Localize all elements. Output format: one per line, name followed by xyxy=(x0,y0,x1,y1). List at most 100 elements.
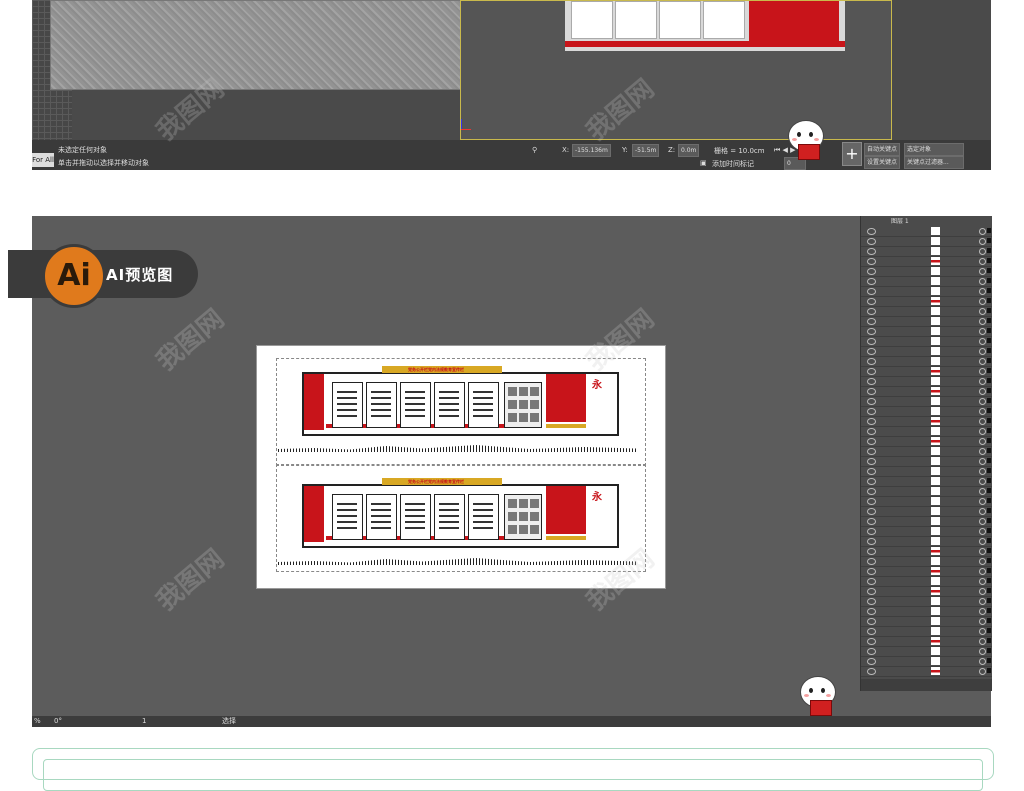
selection-indicator[interactable] xyxy=(987,578,991,583)
layer-name[interactable]: 图层 1 xyxy=(891,216,909,225)
selection-indicator[interactable] xyxy=(987,668,991,673)
eye-icon[interactable] xyxy=(867,588,876,595)
target-icon[interactable] xyxy=(979,228,986,235)
selection-indicator[interactable] xyxy=(987,408,991,413)
eye-icon[interactable] xyxy=(867,388,876,395)
eye-icon[interactable] xyxy=(867,328,876,335)
eye-icon[interactable] xyxy=(867,348,876,355)
eye-icon[interactable] xyxy=(867,538,876,545)
eye-icon[interactable] xyxy=(867,478,876,485)
target-icon[interactable] xyxy=(979,248,986,255)
selection-indicator[interactable] xyxy=(987,278,991,283)
eye-icon[interactable] xyxy=(867,238,876,245)
target-icon[interactable] xyxy=(979,418,986,425)
eye-icon[interactable] xyxy=(867,378,876,385)
target-icon[interactable] xyxy=(979,538,986,545)
target-icon[interactable] xyxy=(979,488,986,495)
eye-icon[interactable] xyxy=(867,658,876,665)
eye-icon[interactable] xyxy=(867,358,876,365)
selection-indicator[interactable] xyxy=(987,378,991,383)
selection-indicator[interactable] xyxy=(987,248,991,253)
eye-icon[interactable] xyxy=(867,428,876,435)
target-icon[interactable] xyxy=(979,618,986,625)
eye-icon[interactable] xyxy=(867,618,876,625)
rotation-field[interactable]: 0° xyxy=(54,716,62,727)
eye-icon[interactable] xyxy=(867,278,876,285)
layer-row[interactable] xyxy=(861,666,992,677)
target-icon[interactable] xyxy=(979,568,986,575)
set-key-button[interactable]: 设置关键点 xyxy=(864,156,901,169)
x-coordinate-field[interactable]: -155.136m xyxy=(572,144,611,157)
eye-icon[interactable] xyxy=(867,288,876,295)
target-icon[interactable] xyxy=(979,468,986,475)
auto-key-button[interactable]: 自动关键点 xyxy=(864,143,901,156)
target-icon[interactable] xyxy=(979,608,986,615)
target-icon[interactable] xyxy=(979,308,986,315)
target-icon[interactable] xyxy=(979,428,986,435)
target-icon[interactable] xyxy=(979,318,986,325)
eye-icon[interactable] xyxy=(867,608,876,615)
selection-indicator[interactable] xyxy=(987,338,991,343)
selection-indicator[interactable] xyxy=(987,328,991,333)
target-icon[interactable] xyxy=(979,548,986,555)
selection-indicator[interactable] xyxy=(987,478,991,483)
selection-indicator[interactable] xyxy=(987,318,991,323)
artboard-number-field[interactable]: 1 xyxy=(142,716,146,727)
target-icon[interactable] xyxy=(979,268,986,275)
eye-icon[interactable] xyxy=(867,488,876,495)
target-icon[interactable] xyxy=(979,448,986,455)
y-coordinate-field[interactable]: -51.5m xyxy=(632,144,660,157)
add-key-button[interactable]: + xyxy=(842,142,862,166)
eye-icon[interactable] xyxy=(867,228,876,235)
eye-icon[interactable] xyxy=(867,418,876,425)
selection-indicator[interactable] xyxy=(987,528,991,533)
selection-indicator[interactable] xyxy=(987,488,991,493)
eye-icon[interactable] xyxy=(867,638,876,645)
selection-indicator[interactable] xyxy=(987,308,991,313)
selection-indicator[interactable] xyxy=(987,658,991,663)
target-icon[interactable] xyxy=(979,348,986,355)
eye-icon[interactable] xyxy=(867,338,876,345)
selection-indicator[interactable] xyxy=(987,608,991,613)
eye-icon[interactable] xyxy=(867,408,876,415)
lock-icon[interactable]: ⚲ xyxy=(532,146,537,154)
target-icon[interactable] xyxy=(979,368,986,375)
selection-indicator[interactable] xyxy=(987,628,991,633)
selection-indicator[interactable] xyxy=(987,448,991,453)
target-icon[interactable] xyxy=(979,298,986,305)
selection-indicator[interactable] xyxy=(987,258,991,263)
eye-icon[interactable] xyxy=(867,528,876,535)
selection-indicator[interactable] xyxy=(987,268,991,273)
selection-indicator[interactable] xyxy=(987,508,991,513)
time-tag-icon[interactable]: ▣ xyxy=(700,159,707,167)
target-icon[interactable] xyxy=(979,578,986,585)
target-icon[interactable] xyxy=(979,658,986,665)
eye-icon[interactable] xyxy=(867,248,876,255)
target-icon[interactable] xyxy=(979,408,986,415)
target-icon[interactable] xyxy=(979,338,986,345)
eye-icon[interactable] xyxy=(867,448,876,455)
eye-icon[interactable] xyxy=(867,558,876,565)
eye-icon[interactable] xyxy=(867,568,876,575)
target-icon[interactable] xyxy=(979,508,986,515)
eye-icon[interactable] xyxy=(867,458,876,465)
target-icon[interactable] xyxy=(979,328,986,335)
target-icon[interactable] xyxy=(979,358,986,365)
wall-design-2[interactable]: 党务公开栏党内法规教育宣传栏 永 xyxy=(302,478,619,554)
selection-indicator[interactable] xyxy=(987,568,991,573)
target-icon[interactable] xyxy=(979,498,986,505)
selection-indicator[interactable] xyxy=(987,228,991,233)
selection-indicator[interactable] xyxy=(987,288,991,293)
key-filters-button[interactable]: 关键点过滤器... xyxy=(904,156,964,169)
z-coordinate-field[interactable]: 0.0m xyxy=(678,144,700,157)
selection-indicator[interactable] xyxy=(987,618,991,623)
target-icon[interactable] xyxy=(979,398,986,405)
selection-indicator[interactable] xyxy=(987,468,991,473)
selection-indicator[interactable] xyxy=(987,438,991,443)
selection-indicator[interactable] xyxy=(987,458,991,463)
selection-indicator[interactable] xyxy=(987,648,991,653)
eye-icon[interactable] xyxy=(867,258,876,265)
selection-indicator[interactable] xyxy=(987,348,991,353)
target-icon[interactable] xyxy=(979,638,986,645)
selection-indicator[interactable] xyxy=(987,388,991,393)
